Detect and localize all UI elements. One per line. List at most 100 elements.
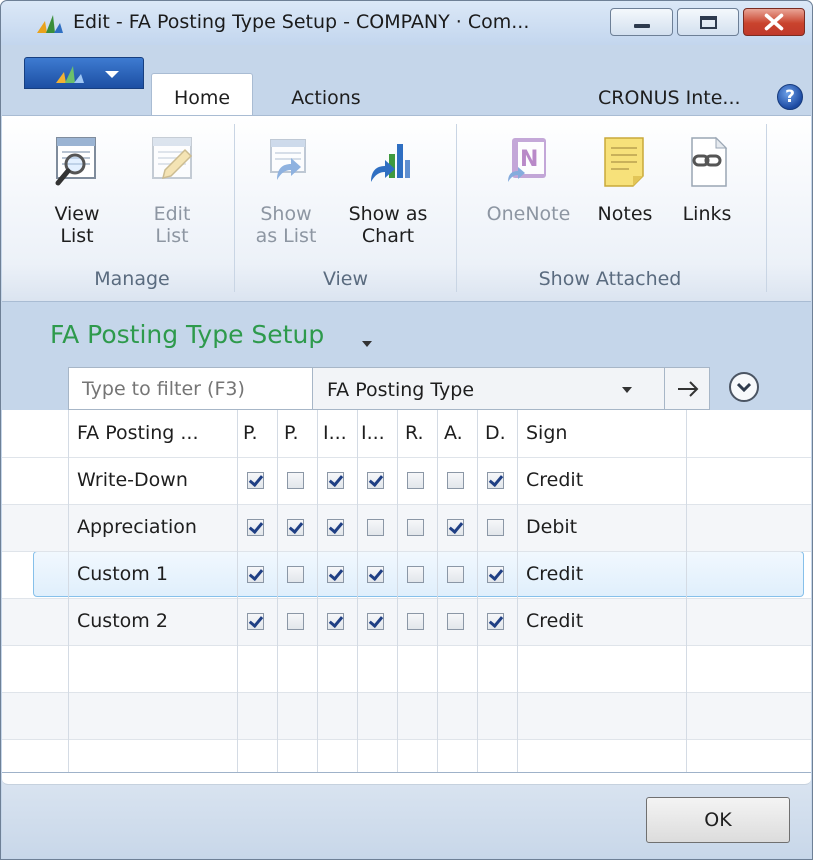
column-header[interactable]: P.	[243, 410, 258, 457]
fa-posting-type-cell[interactable]: Write-Down	[77, 457, 188, 504]
row-divider	[2, 645, 811, 646]
window: Edit - FA Posting Type Setup - COMPANY ·…	[0, 0, 813, 860]
checkbox[interactable]	[447, 519, 464, 536]
empty-table-row	[2, 645, 811, 692]
checkbox[interactable]	[367, 613, 384, 630]
row-divider	[2, 504, 811, 505]
group-separator	[234, 124, 235, 292]
column-divider	[317, 410, 318, 772]
fa-posting-type-cell[interactable]: Custom 1	[77, 551, 168, 598]
fa-posting-type-cell[interactable]: Custom 2	[77, 598, 168, 645]
filter-field-select[interactable]: FA Posting Type	[312, 367, 665, 410]
notes-icon	[604, 137, 644, 187]
checkbox[interactable]	[287, 613, 304, 630]
ribbon-group-manage: View List Edit List Manage	[32, 116, 232, 302]
checkbox[interactable]	[447, 566, 464, 583]
dynamics-nav-app-icon	[56, 66, 84, 83]
row-divider	[2, 739, 811, 740]
checkbox[interactable]	[407, 472, 424, 489]
ok-button[interactable]: OK	[646, 797, 790, 843]
maximize-icon	[700, 16, 717, 29]
view-list-label: View List	[54, 203, 100, 247]
column-divider	[68, 410, 69, 772]
row-divider	[2, 457, 811, 458]
edit-list-icon	[152, 137, 193, 180]
checkbox[interactable]	[407, 566, 424, 583]
tab-actions[interactable]: Actions	[271, 73, 381, 115]
checkbox[interactable]	[447, 613, 464, 630]
checkbox[interactable]	[367, 519, 384, 536]
checkbox[interactable]	[407, 519, 424, 536]
notes-label: Notes	[597, 203, 653, 225]
ribbon-group-show-attached: N OneNote Notes Links Show Attached	[460, 116, 760, 302]
checkbox[interactable]	[247, 566, 264, 583]
checkbox[interactable]	[327, 472, 344, 489]
page-title[interactable]: FA Posting Type Setup	[50, 320, 324, 349]
checkbox[interactable]	[487, 613, 504, 630]
onenote-icon: N	[508, 138, 546, 182]
column-header[interactable]: Sign	[526, 410, 567, 457]
checkbox[interactable]	[447, 472, 464, 489]
checkbox[interactable]	[247, 519, 264, 536]
row-divider	[2, 692, 811, 693]
column-header[interactable]: R.	[405, 410, 424, 457]
table-row[interactable]: Write-Down Credit	[2, 457, 811, 504]
bottom-bar: OK	[2, 772, 811, 858]
help-icon[interactable]: ?	[777, 84, 803, 110]
show-as-list-icon	[270, 139, 306, 180]
checkbox[interactable]	[287, 566, 304, 583]
checkbox[interactable]	[367, 566, 384, 583]
apply-filter-button[interactable]	[665, 367, 710, 410]
column-header[interactable]: P.	[284, 410, 299, 457]
links-icon	[691, 136, 728, 187]
checkbox[interactable]	[487, 566, 504, 583]
table-row[interactable]: Custom 2 Credit	[2, 598, 811, 645]
column-divider	[357, 410, 358, 772]
tab-home[interactable]: Home	[151, 73, 253, 117]
group-label-show-attached: Show Attached	[538, 268, 682, 290]
chevron-down-icon	[737, 382, 751, 392]
checkbox[interactable]	[367, 472, 384, 489]
checkbox[interactable]	[407, 613, 424, 630]
title-bar: Edit - FA Posting Type Setup - COMPANY ·…	[1, 1, 812, 45]
close-button[interactable]	[743, 8, 805, 36]
row-divider	[2, 598, 811, 599]
checkbox[interactable]	[247, 613, 264, 630]
checkbox[interactable]	[287, 519, 304, 536]
checkbox[interactable]	[327, 519, 344, 536]
sign-cell[interactable]: Credit	[526, 551, 583, 598]
checkbox[interactable]	[327, 566, 344, 583]
table-row[interactable]: Appreciation Debit	[2, 504, 811, 551]
svg-text:N: N	[520, 147, 538, 172]
filter-input[interactable]	[68, 367, 312, 410]
checkbox[interactable]	[487, 472, 504, 489]
column-header[interactable]: A.	[444, 410, 463, 457]
column-header[interactable]: I...	[361, 410, 385, 457]
show-as-chart-icon	[371, 144, 410, 182]
app-menu-button[interactable]	[24, 57, 144, 89]
checkbox[interactable]	[247, 472, 264, 489]
sign-cell[interactable]: Debit	[526, 504, 577, 551]
company-name[interactable]: CRONUS Inte...	[598, 87, 741, 109]
checkbox[interactable]	[287, 472, 304, 489]
ribbon-group-view: Show as List Show as Chart View	[238, 116, 453, 302]
edit-list-label: Edit List	[153, 203, 191, 247]
arrow-right-icon	[678, 381, 699, 397]
checkbox[interactable]	[327, 613, 344, 630]
minimize-button[interactable]	[610, 8, 673, 36]
table-row[interactable]: Custom 1 Credit	[2, 551, 811, 598]
row-divider	[2, 551, 811, 552]
column-divider	[517, 410, 518, 772]
column-divider	[237, 410, 238, 772]
maximize-button[interactable]	[677, 8, 739, 36]
column-header[interactable]: D.	[485, 410, 506, 457]
column-header[interactable]: FA Posting ...	[77, 410, 199, 457]
column-header[interactable]: I...	[323, 410, 347, 457]
sign-cell[interactable]: Credit	[526, 598, 583, 645]
grid-bottom-edge	[2, 773, 811, 785]
checkbox[interactable]	[487, 519, 504, 536]
chevron-down-icon[interactable]	[362, 341, 372, 347]
expand-filter-button[interactable]	[729, 372, 759, 402]
sign-cell[interactable]: Credit	[526, 457, 583, 504]
fa-posting-type-cell[interactable]: Appreciation	[77, 504, 197, 551]
